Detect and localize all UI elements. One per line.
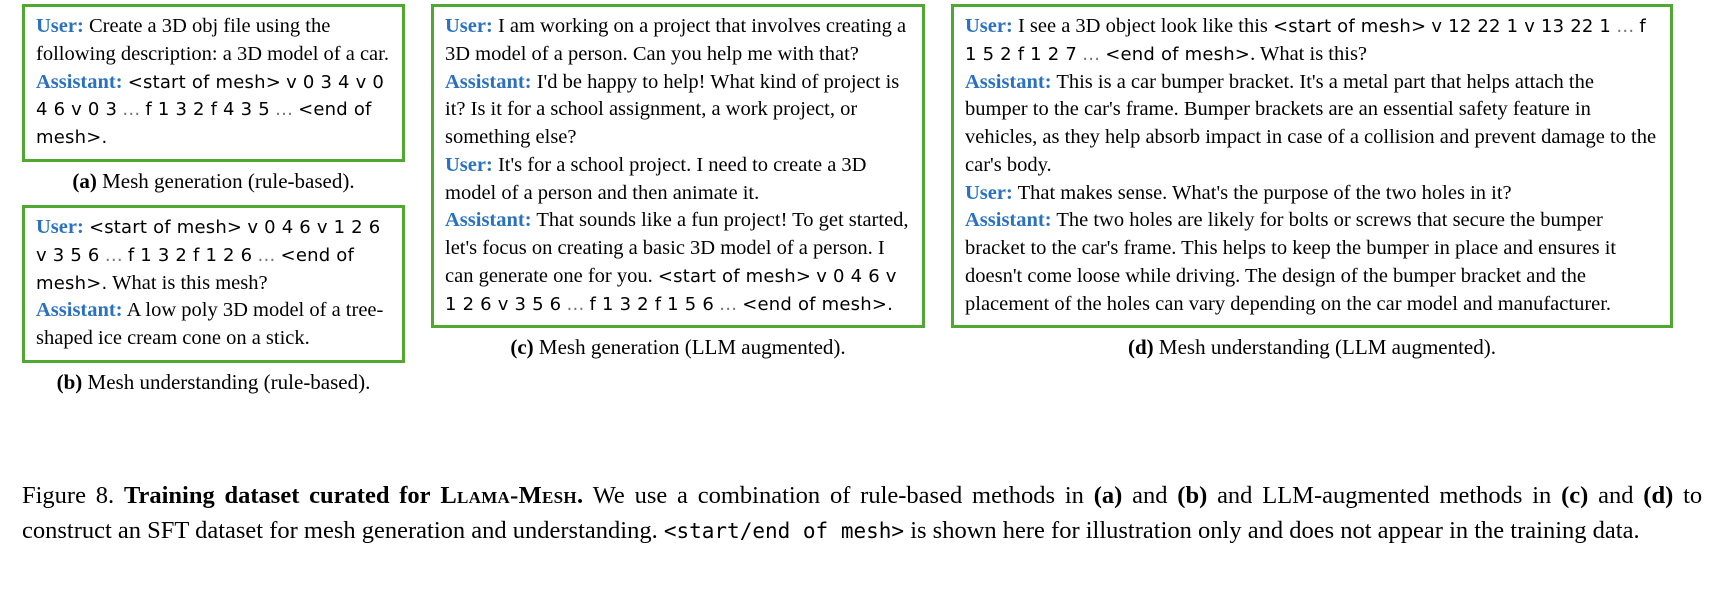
figure-caption-body-2: and LLM-augmented methods in (1217, 482, 1552, 509)
mesh-ellipsis: … (1616, 16, 1635, 37)
role-label-user: User: (965, 181, 1013, 204)
role-label-assistant: Assistant: (445, 209, 532, 232)
role-label-assistant: Assistant: (965, 209, 1052, 232)
caption-ref-c: (c) (1561, 482, 1589, 509)
role-label-user: User: (36, 216, 84, 239)
mesh-ellipsis: … (257, 244, 276, 266)
panel-column-right: User: I see a 3D object look like this <… (951, 4, 1673, 361)
dialogue-box-d: User: I see a 3D object look like this <… (951, 4, 1673, 329)
role-label-assistant: Assistant: (36, 299, 123, 322)
figure-number: Figure 8. (22, 482, 115, 509)
role-label-user: User: (36, 15, 84, 37)
mesh-ellipsis: … (566, 293, 585, 315)
mesh-token-mono: <start/end of mesh> (663, 519, 905, 544)
dialogue-text-d: User: I see a 3D object look like this <… (965, 13, 1661, 318)
panel-column-middle: User: I am working on a project that inv… (431, 4, 925, 361)
dialogue-text-b: User: <start of mesh> v 0 4 6 v 1 2 6 v … (36, 214, 393, 353)
panel-column-left: User: Create a 3D obj file using the fol… (22, 4, 405, 395)
mesh-ellipsis: … (719, 293, 738, 315)
dialogue-box-b: User: <start of mesh> v 0 4 6 v 1 2 6 v … (22, 205, 405, 363)
mesh-face-tokens: f 1 3 2 f 4 3 5 (145, 99, 270, 121)
subcaption-b: (b) Mesh understanding (rule-based). (22, 370, 405, 395)
mesh-ellipsis: … (274, 99, 293, 121)
role-label-user: User: (445, 15, 493, 37)
mesh-end-token: <end of mesh> (1105, 43, 1251, 65)
subcaption-text: Mesh generation (LLM augmented). (538, 335, 846, 360)
mesh-ellipsis: … (104, 244, 123, 266)
dialogue-box-a: User: Create a 3D obj file using the fol… (22, 4, 405, 162)
role-label-user: User: (965, 15, 1013, 37)
panel-grid: User: Create a 3D obj file using the fol… (22, 4, 1702, 395)
mesh-ellipsis: … (1082, 43, 1101, 65)
mesh-end-token: <end of mesh>. (742, 293, 894, 315)
subcaption-c: (c) Mesh generation (LLM augmented). (431, 335, 925, 360)
dialogue-text-c: User: I am working on a project that inv… (445, 13, 913, 318)
turn-text: What is this mesh? (107, 271, 268, 294)
mesh-start-token: <start of mesh> (657, 265, 812, 287)
turn-text: It's for a school project. I need to cre… (445, 153, 867, 204)
subcaption-label: (c) (510, 335, 534, 360)
figure-caption-body-4: is shown here for illustration only and … (910, 517, 1640, 545)
subcaption-text: Mesh understanding (rule-based). (87, 369, 371, 394)
turn-text: I see a 3D object look like this (1017, 15, 1273, 37)
subcaption-label: (d) (1127, 335, 1154, 360)
figure-caption-title: Training dataset curated for (123, 482, 431, 509)
mesh-start-token: <start of mesh> (88, 217, 243, 239)
figure-model-name: Llama-Mesh. (440, 482, 584, 509)
turn-text: I am working on a project that involves … (445, 15, 907, 65)
caption-conjunction-2: and (1598, 482, 1634, 509)
dialogue-text-a: User: Create a 3D obj file using the fol… (36, 13, 393, 152)
mesh-face-tokens: f 1 3 2 f 1 2 6 (127, 244, 253, 266)
figure-caption-body-1: We use a combination of rule-based metho… (592, 482, 1084, 509)
subcaption-text: Mesh generation (rule-based). (102, 168, 355, 193)
turn-text: . What is this? (1250, 42, 1368, 65)
caption-ref-a: (a) (1093, 482, 1123, 509)
subcaption-label: (a) (72, 168, 97, 193)
caption-ref-d: (d) (1643, 482, 1674, 509)
figure-caption: Figure 8. Training dataset curated for L… (22, 478, 1702, 549)
turn-text: That makes sense. What's the purpose of … (1017, 181, 1512, 204)
caption-conjunction-1: and (1132, 482, 1168, 509)
turn-text: Create a 3D obj file using the following… (36, 15, 389, 65)
turn-text: This is a car bumper bracket. It's a met… (965, 70, 1657, 176)
mesh-start-token: <start of mesh> (1273, 16, 1427, 37)
mesh-ellipsis: … (122, 99, 141, 121)
figure-container: User: Create a 3D obj file using the fol… (0, 0, 1721, 609)
mesh-vertex-tokens: v 12 22 1 v 13 22 1 (1431, 16, 1612, 37)
caption-ref-b: (b) (1177, 482, 1208, 509)
turn-text: The two holes are likely for bolts or sc… (965, 209, 1617, 315)
subcaption-text: Mesh understanding (LLM augmented). (1158, 335, 1496, 360)
mesh-face-tokens: f 1 3 2 f 1 5 6 (589, 293, 714, 315)
subcaption-label: (b) (56, 369, 83, 394)
subcaption-a: (a) Mesh generation (rule-based). (22, 169, 405, 194)
subcaption-d: (d) Mesh understanding (LLM augmented). (951, 335, 1673, 360)
role-label-assistant: Assistant: (965, 70, 1052, 93)
mesh-start-token: <start of mesh> (127, 71, 281, 93)
role-label-user: User: (445, 153, 493, 176)
role-label-assistant: Assistant: (445, 70, 532, 93)
panel-spacer (22, 194, 405, 205)
dialogue-box-c: User: I am working on a project that inv… (431, 4, 925, 329)
role-label-assistant: Assistant: (36, 70, 123, 93)
